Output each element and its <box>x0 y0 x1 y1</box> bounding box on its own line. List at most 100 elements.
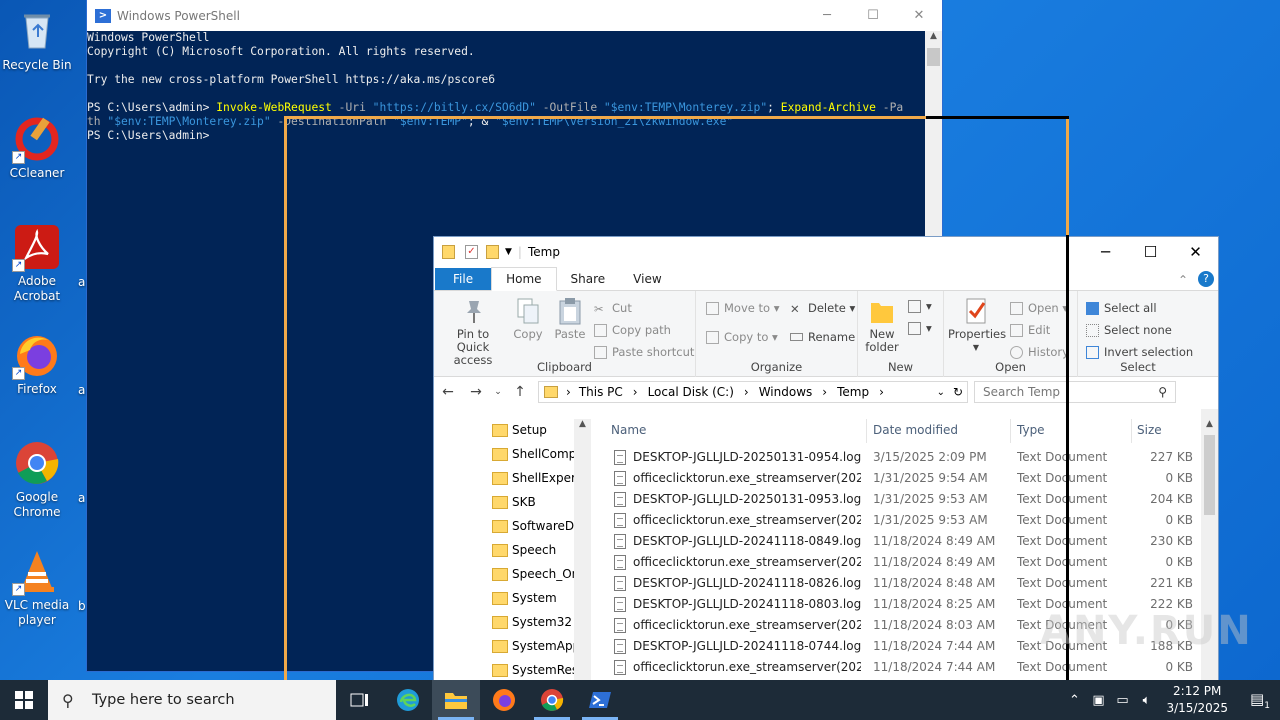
breadcrumb-item[interactable]: This PC <box>579 385 623 399</box>
taskbar-firefox[interactable] <box>480 680 528 720</box>
scroll-up-icon[interactable]: ▲ <box>1201 419 1218 429</box>
desktop-icon-vlc[interactable]: ↗ VLC media player <box>0 548 74 628</box>
delete-button[interactable]: ✕ Delete ▾ <box>790 301 855 316</box>
up-button[interactable]: ↑ <box>506 384 534 400</box>
paste-button[interactable]: Paste <box>552 297 588 341</box>
nav-folder-item[interactable]: System <box>492 587 574 609</box>
file-row[interactable]: officeclicktorun.exe_streamserver(202411… <box>591 657 1201 678</box>
nav-folder-item[interactable]: ShellExperiences <box>492 467 574 489</box>
show-hidden-icons[interactable]: ⌃ <box>1062 693 1086 708</box>
task-view-button[interactable] <box>336 680 384 720</box>
file-row[interactable]: officeclicktorun.exe_streamserver(202501… <box>591 468 1201 489</box>
nav-folder-item[interactable]: SKB <box>492 491 574 513</box>
scroll-up-icon[interactable]: ▲ <box>925 31 942 41</box>
scroll-up-icon[interactable]: ▲ <box>574 419 591 429</box>
edit-button[interactable]: Edit <box>1010 323 1050 337</box>
file-row[interactable]: DESKTOP-JGLLJLD-20250131-0954.log 3/15/20… <box>591 447 1201 468</box>
file-row[interactable]: officeclicktorun.exe_streamserver(202411… <box>591 552 1201 573</box>
history-button[interactable]: History <box>1010 345 1069 359</box>
nav-folder-item[interactable]: SoftwareDistribution <box>492 515 574 537</box>
properties-check-icon[interactable]: ✓ <box>465 245 478 259</box>
network-icon[interactable]: ▭ <box>1110 693 1134 708</box>
volume-icon[interactable]: 🔈︎ <box>1134 693 1158 708</box>
scroll-thumb[interactable] <box>1204 435 1215 515</box>
powershell-console[interactable]: Windows PowerShell Copyright (C) Microsof… <box>87 31 927 143</box>
maximize-button[interactable]: ☐ <box>1128 243 1173 261</box>
nav-folder-item[interactable]: Setup <box>492 419 574 441</box>
breadcrumb-item[interactable]: Temp <box>837 385 869 399</box>
copy-path-button[interactable]: Copy path <box>594 323 671 337</box>
desktop-icon-adobe-acrobat[interactable]: ↗ Adobe Acrobat <box>0 224 74 304</box>
new-folder-icon[interactable] <box>486 245 499 259</box>
recent-locations-icon[interactable]: ⌄ <box>490 387 506 397</box>
properties-button[interactable]: Properties ▼ <box>948 297 1006 354</box>
taskbar-edge[interactable] <box>384 680 432 720</box>
refresh-icon[interactable]: ↻ <box>953 385 963 399</box>
tab-share[interactable]: Share <box>557 268 620 290</box>
taskbar-search[interactable]: ⚲ Type here to search <box>48 680 336 720</box>
nav-folder-item[interactable]: SystemApps <box>492 635 574 657</box>
explorer-titlebar[interactable]: ✓ ▼ | Temp ─ ☐ ✕ <box>434 237 1218 267</box>
notification-center-icon[interactable]: ▤1 <box>1240 690 1280 711</box>
search-box[interactable]: Search Temp ⚲ <box>974 381 1176 403</box>
column-type[interactable]: Type <box>1017 423 1045 437</box>
nav-folder-item[interactable]: System32 <box>492 611 574 633</box>
taskbar-powershell[interactable] <box>576 680 624 720</box>
tab-file[interactable]: File <box>435 268 492 290</box>
minimize-button[interactable]: ─ <box>804 8 850 23</box>
copy-button[interactable]: Copy <box>512 297 544 341</box>
rename-button[interactable]: Rename <box>790 330 855 344</box>
help-icon[interactable]: ? <box>1198 271 1214 287</box>
tab-home[interactable]: Home <box>491 267 557 291</box>
nav-folder-item[interactable]: Speech <box>492 539 574 561</box>
nav-scrollbar[interactable]: ▲ <box>574 419 591 719</box>
invert-selection-button[interactable]: Invert selection <box>1086 345 1193 359</box>
address-dropdown-icon[interactable]: ⌄ <box>937 387 945 398</box>
new-item-button[interactable]: ▾ <box>908 299 932 313</box>
start-button[interactable] <box>0 680 48 720</box>
file-row[interactable]: officeclicktorun.exe_streamserver(202501… <box>591 510 1201 531</box>
move-to-button[interactable]: Move to ▾ <box>706 301 779 315</box>
file-row[interactable]: DESKTOP-JGLLJLD-20250131-0953.log 1/31/20… <box>591 489 1201 510</box>
file-row[interactable]: DESKTOP-JGLLJLD-20241118-0849.log 11/18/2… <box>591 531 1201 552</box>
desktop-icon-ccleaner[interactable]: ↗ CCleaner <box>0 116 74 181</box>
easy-access-button[interactable]: ▾ <box>908 321 932 335</box>
column-date-modified[interactable]: Date modified <box>873 423 958 437</box>
copy-to-button[interactable]: Copy to ▾ <box>706 330 778 344</box>
back-button[interactable]: ← <box>434 384 462 400</box>
desktop-icon-recycle-bin[interactable]: Recycle Bin <box>0 8 74 73</box>
nav-folder-item[interactable]: Speech_OneCore <box>492 563 574 585</box>
cut-button[interactable]: ✂ Cut <box>594 301 632 316</box>
pin-button[interactable]: Pin to Quick access <box>440 297 506 367</box>
qat-dropdown-icon[interactable]: ▼ <box>505 247 512 257</box>
desktop-icon-firefox[interactable]: ↗ Firefox <box>0 332 74 397</box>
new-folder-button[interactable]: New folder <box>862 297 902 354</box>
nav-folder-item[interactable]: ShellComponents <box>492 443 574 465</box>
paste-shortcut-button[interactable]: Paste shortcut <box>594 345 694 359</box>
select-none-button[interactable]: Select none <box>1086 323 1172 337</box>
taskbar-chrome[interactable] <box>528 680 576 720</box>
powershell-titlebar[interactable]: > Windows PowerShell ─ ☐ ✕ <box>87 0 942 31</box>
navigation-pane[interactable]: Setup ShellComponents ShellExperiences SKB S… <box>434 409 591 720</box>
breadcrumb-item[interactable]: Windows <box>759 385 813 399</box>
minimize-button[interactable]: ─ <box>1083 243 1128 261</box>
close-button[interactable]: ✕ <box>896 8 942 23</box>
taskbar-file-explorer[interactable] <box>432 680 480 720</box>
meet-now-icon[interactable]: ▣ <box>1086 693 1110 708</box>
breadcrumb-item[interactable]: Local Disk (C:) <box>648 385 734 399</box>
close-button[interactable]: ✕ <box>1173 243 1218 261</box>
select-all-button[interactable]: Select all <box>1086 301 1157 315</box>
open-button[interactable]: Open ▾ <box>1010 301 1068 315</box>
scroll-thumb[interactable] <box>927 48 940 66</box>
address-bar[interactable]: › This PC › Local Disk (C:) › Windows › Tem… <box>538 381 968 403</box>
file-row[interactable]: DESKTOP-JGLLJLD-20241118-0826.log 11/18/2… <box>591 573 1201 594</box>
desktop-icon-google-chrome[interactable]: Google Chrome <box>0 440 74 520</box>
clock[interactable]: 2:12 PM 3/15/2025 <box>1166 683 1228 717</box>
column-size[interactable]: Size <box>1137 423 1162 437</box>
nav-folder-item[interactable]: SystemResources <box>492 659 574 681</box>
maximize-button[interactable]: ☐ <box>850 8 896 23</box>
column-name[interactable]: Name <box>611 423 646 437</box>
file-list-scrollbar[interactable]: ▲ <box>1201 409 1218 720</box>
forward-button[interactable]: → <box>462 384 490 400</box>
collapse-ribbon-icon[interactable]: ⌃ <box>1178 273 1188 287</box>
